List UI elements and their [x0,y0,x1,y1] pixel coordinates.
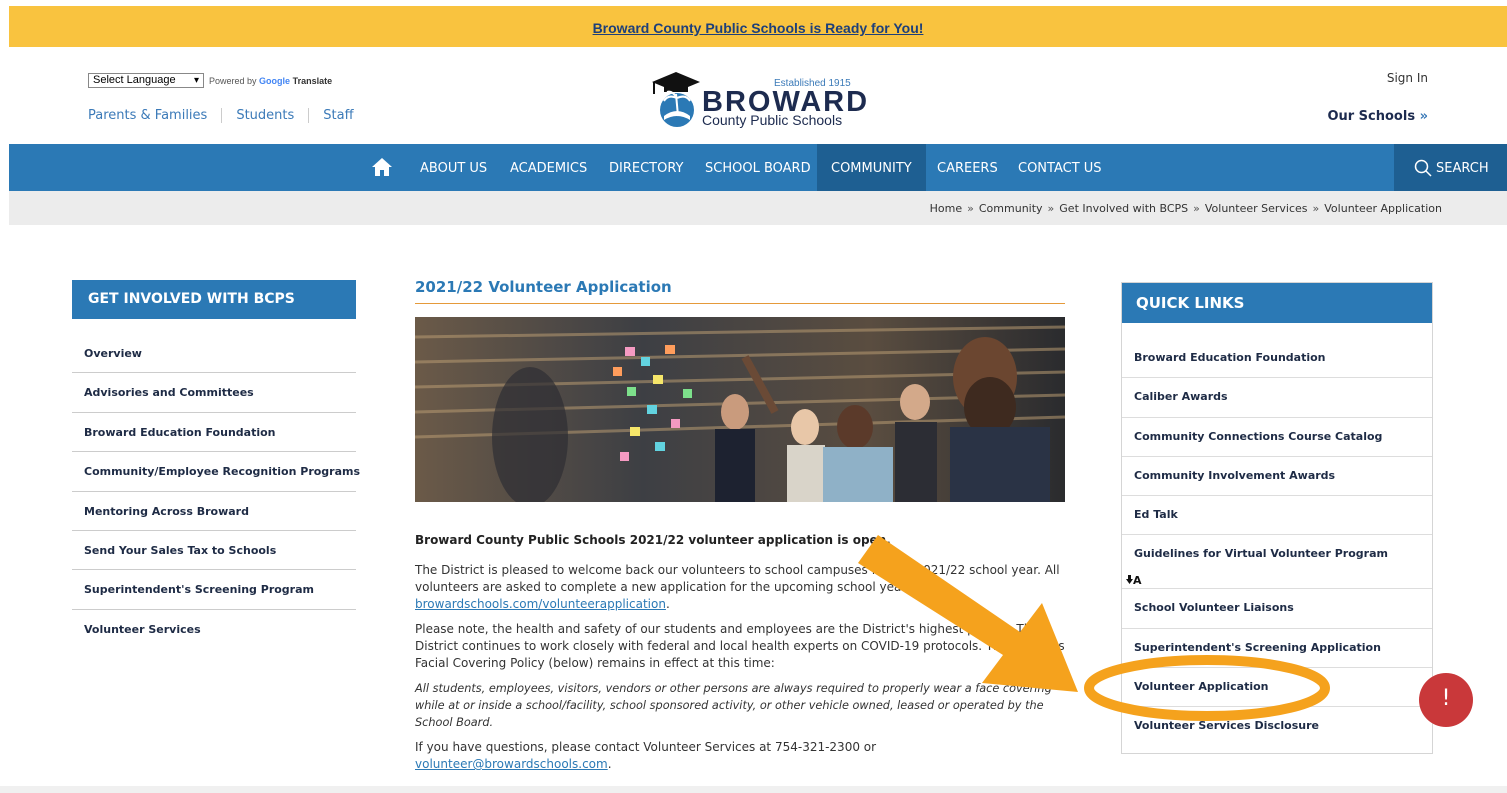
quick-link-virtual-volunteer-guidelines[interactable]: Guidelines for Virtual Volunteer Program [1122,535,1432,590]
nav-careers[interactable]: CAREERS [923,144,1012,191]
breadcrumb-volunteer-services[interactable]: Volunteer Services [1205,202,1308,215]
main-content: 2021/22 Volunteer Application Broward Co… [415,278,1065,773]
our-schools-link[interactable]: Our Schools » [1327,109,1428,124]
breadcrumb: Home » Community » Get Involved with BCPS » Vo… [930,202,1442,215]
breadcrumb-get-involved[interactable]: Get Involved with BCPS [1059,202,1188,215]
nav-community[interactable]: COMMUNITY [817,144,926,191]
announcement-banner: Broward County Public Schools is Ready f… [9,6,1507,47]
breadcrumb-separator: » [1047,202,1055,215]
audience-link-staff[interactable]: Staff [308,108,367,123]
search-icon [1414,159,1432,177]
paragraph-face-covering-policy: All students, employees, visitors, vendo… [415,682,1052,729]
sidebar-item-volunteer-services[interactable]: Volunteer Services [72,610,356,649]
paragraph-contact-end: . [607,757,612,771]
quick-link-screening-application[interactable]: Superintendent's Screening Application [1122,629,1432,669]
paragraph-contact: If you have questions, please contact Vo… [415,739,1065,773]
audience-link-parents[interactable]: Parents & Families [88,108,221,123]
nav-academics[interactable]: ACADEMICS [496,144,601,191]
audience-links: Parents & Families Students Staff [88,108,368,123]
powered-by-google: Powered by Google Translate [209,76,332,86]
quick-links-panel: QUICK LINKS Broward Education Foundation… [1121,282,1433,754]
page: Broward County Public Schools is Ready f… [0,0,1507,793]
quick-link-volunteer-application[interactable]: Volunteer Application [1122,668,1432,708]
google-label: Google [259,76,291,86]
horizontal-scrollbar[interactable] [0,786,1507,793]
paragraph-health-safety: Please note, the health and safety of ou… [415,622,1065,670]
sidebar-item-advisories[interactable]: Advisories and Committees [72,373,356,413]
search-label: SEARCH [1436,161,1489,176]
quick-link-education-foundation[interactable]: Broward Education Foundation [1122,339,1432,379]
nav-contact-us[interactable]: CONTACT US [1004,144,1116,191]
double-chevron-right-icon: » [1419,109,1428,124]
search-button[interactable]: SEARCH [1394,144,1507,191]
sidebar-item-screening-program[interactable]: Superintendent's Screening Program [72,570,356,610]
sidebar-item-recognition-programs[interactable]: Community/Employee Recognition Programs [72,452,360,492]
breadcrumb-separator: » [967,202,974,215]
paragraph-welcome-end: . [665,597,670,611]
sidebar-item-education-foundation[interactable]: Broward Education Foundation [72,413,356,453]
down-arrow-icon [1126,575,1133,584]
feedback-button[interactable]: ! [1419,673,1473,727]
sidebar-item-overview[interactable]: Overview [72,334,356,374]
left-sidebar-title: GET INVOLVED WITH BCPS [72,280,356,319]
quick-links-list: Broward Education Foundation Caliber Awa… [1122,339,1432,747]
volunteers-photo [415,317,1065,502]
volunteer-email-link[interactable]: volunteer@browardschools.com [415,757,608,771]
language-select[interactable]: Select Language [88,73,204,88]
translate-link[interactable]: Translate [293,76,333,86]
nav-about-us[interactable]: ABOUT US [406,144,501,191]
paragraph-welcome: The District is pleased to welcome back … [415,562,1065,613]
quick-link-services-disclosure[interactable]: Volunteer Services Disclosure [1122,707,1432,746]
volunteer-application-link[interactable]: browardschools.com/volunteerapplication [415,597,666,611]
translate-icon[interactable]: A [1126,574,1142,587]
our-schools-label: Our Schools [1327,109,1416,124]
quick-link-caliber-awards[interactable]: Caliber Awards [1122,378,1432,418]
main-nav: ABOUT US ACADEMICS DIRECTORY SCHOOL BOAR… [9,144,1507,191]
paragraph-welcome-text: The District is pleased to welcome back … [415,563,1060,594]
powered-by-label: Powered by [209,76,257,86]
breadcrumb-separator: » [1193,202,1200,215]
sign-in-link[interactable]: Sign In [1387,71,1428,85]
logo-subtitle: County Public Schools [702,112,843,128]
lead-text: Broward County Public Schools 2021/22 vo… [415,533,891,547]
quick-link-course-catalog[interactable]: Community Connections Course Catalog [1122,418,1432,457]
breadcrumb-current: Volunteer Application [1324,202,1442,215]
page-title: 2021/22 Volunteer Application [415,278,1065,304]
home-icon[interactable] [371,157,393,177]
banner-link[interactable]: Broward County Public Schools is Ready f… [593,20,924,36]
quick-link-volunteer-liaisons[interactable]: School Volunteer Liaisons [1122,589,1432,629]
quick-link-involvement-awards[interactable]: Community Involvement Awards [1122,457,1432,497]
nav-school-board[interactable]: SCHOOL BOARD [691,144,825,191]
mortarboard-palm-icon [652,72,700,127]
sidebar-item-mentoring[interactable]: Mentoring Across Broward [72,492,356,531]
breadcrumb-bar: Home » Community » Get Involved with BCPS » Vo… [9,191,1507,225]
translate-icon-letter: A [1133,574,1142,587]
left-sidebar-menu: Overview Advisories and Committees Browa… [72,334,360,649]
quick-link-ed-talk[interactable]: Ed Talk [1122,496,1432,536]
sidebar-item-sales-tax[interactable]: Send Your Sales Tax to Schools [72,531,356,571]
audience-link-students[interactable]: Students [221,108,308,123]
nav-directory[interactable]: DIRECTORY [595,144,697,191]
volunteers-photo-illustration [415,317,1065,502]
paragraph-contact-text: If you have questions, please contact Vo… [415,740,877,754]
breadcrumb-separator: » [1312,202,1320,215]
breadcrumb-home[interactable]: Home [930,202,962,215]
broward-logo[interactable]: Established 1915 BROWARD County Public S… [650,68,867,130]
quick-links-title: QUICK LINKS [1122,283,1432,323]
breadcrumb-community[interactable]: Community [979,202,1043,215]
